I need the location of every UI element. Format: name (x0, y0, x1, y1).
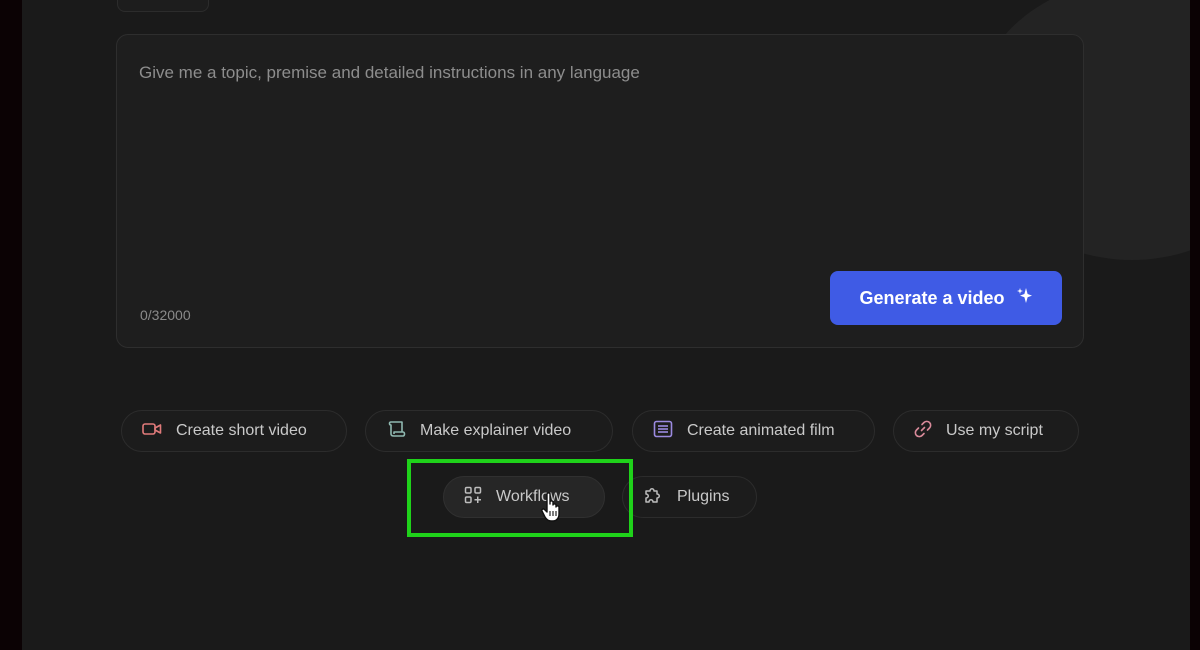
chip-label: Make explainer video (420, 422, 572, 439)
puzzle-icon (643, 485, 663, 510)
link-icon (914, 420, 932, 443)
make-explainer-video-chip[interactable]: Make explainer video (365, 410, 613, 452)
plugins-chip[interactable]: Plugins (622, 476, 757, 518)
document-lines-icon (653, 420, 673, 443)
create-animated-film-chip[interactable]: Create animated film (632, 410, 875, 452)
top-tab-remnant (117, 0, 209, 12)
generate-button-label: Generate a video (859, 287, 1005, 308)
create-short-video-chip[interactable]: Create short video (121, 410, 347, 452)
hand-cursor-icon (541, 492, 563, 529)
app-frame: 0/32000 Generate a video Create short vi… (22, 0, 1190, 650)
scroll-icon (386, 420, 406, 443)
chip-label: Use my script (946, 422, 1043, 439)
chip-label: Create short video (176, 422, 307, 439)
prompt-box: 0/32000 Generate a video (116, 34, 1084, 348)
character-counter: 0/32000 (140, 307, 191, 323)
workflows-highlight-box (407, 459, 633, 537)
sparkle-icon (1016, 287, 1033, 310)
prompt-input[interactable] (139, 61, 1039, 261)
chip-label: Create animated film (687, 422, 835, 439)
video-camera-icon (142, 421, 162, 442)
chip-label: Plugins (677, 488, 730, 505)
generate-video-button[interactable]: Generate a video (830, 271, 1062, 325)
use-my-script-chip[interactable]: Use my script (893, 410, 1079, 452)
